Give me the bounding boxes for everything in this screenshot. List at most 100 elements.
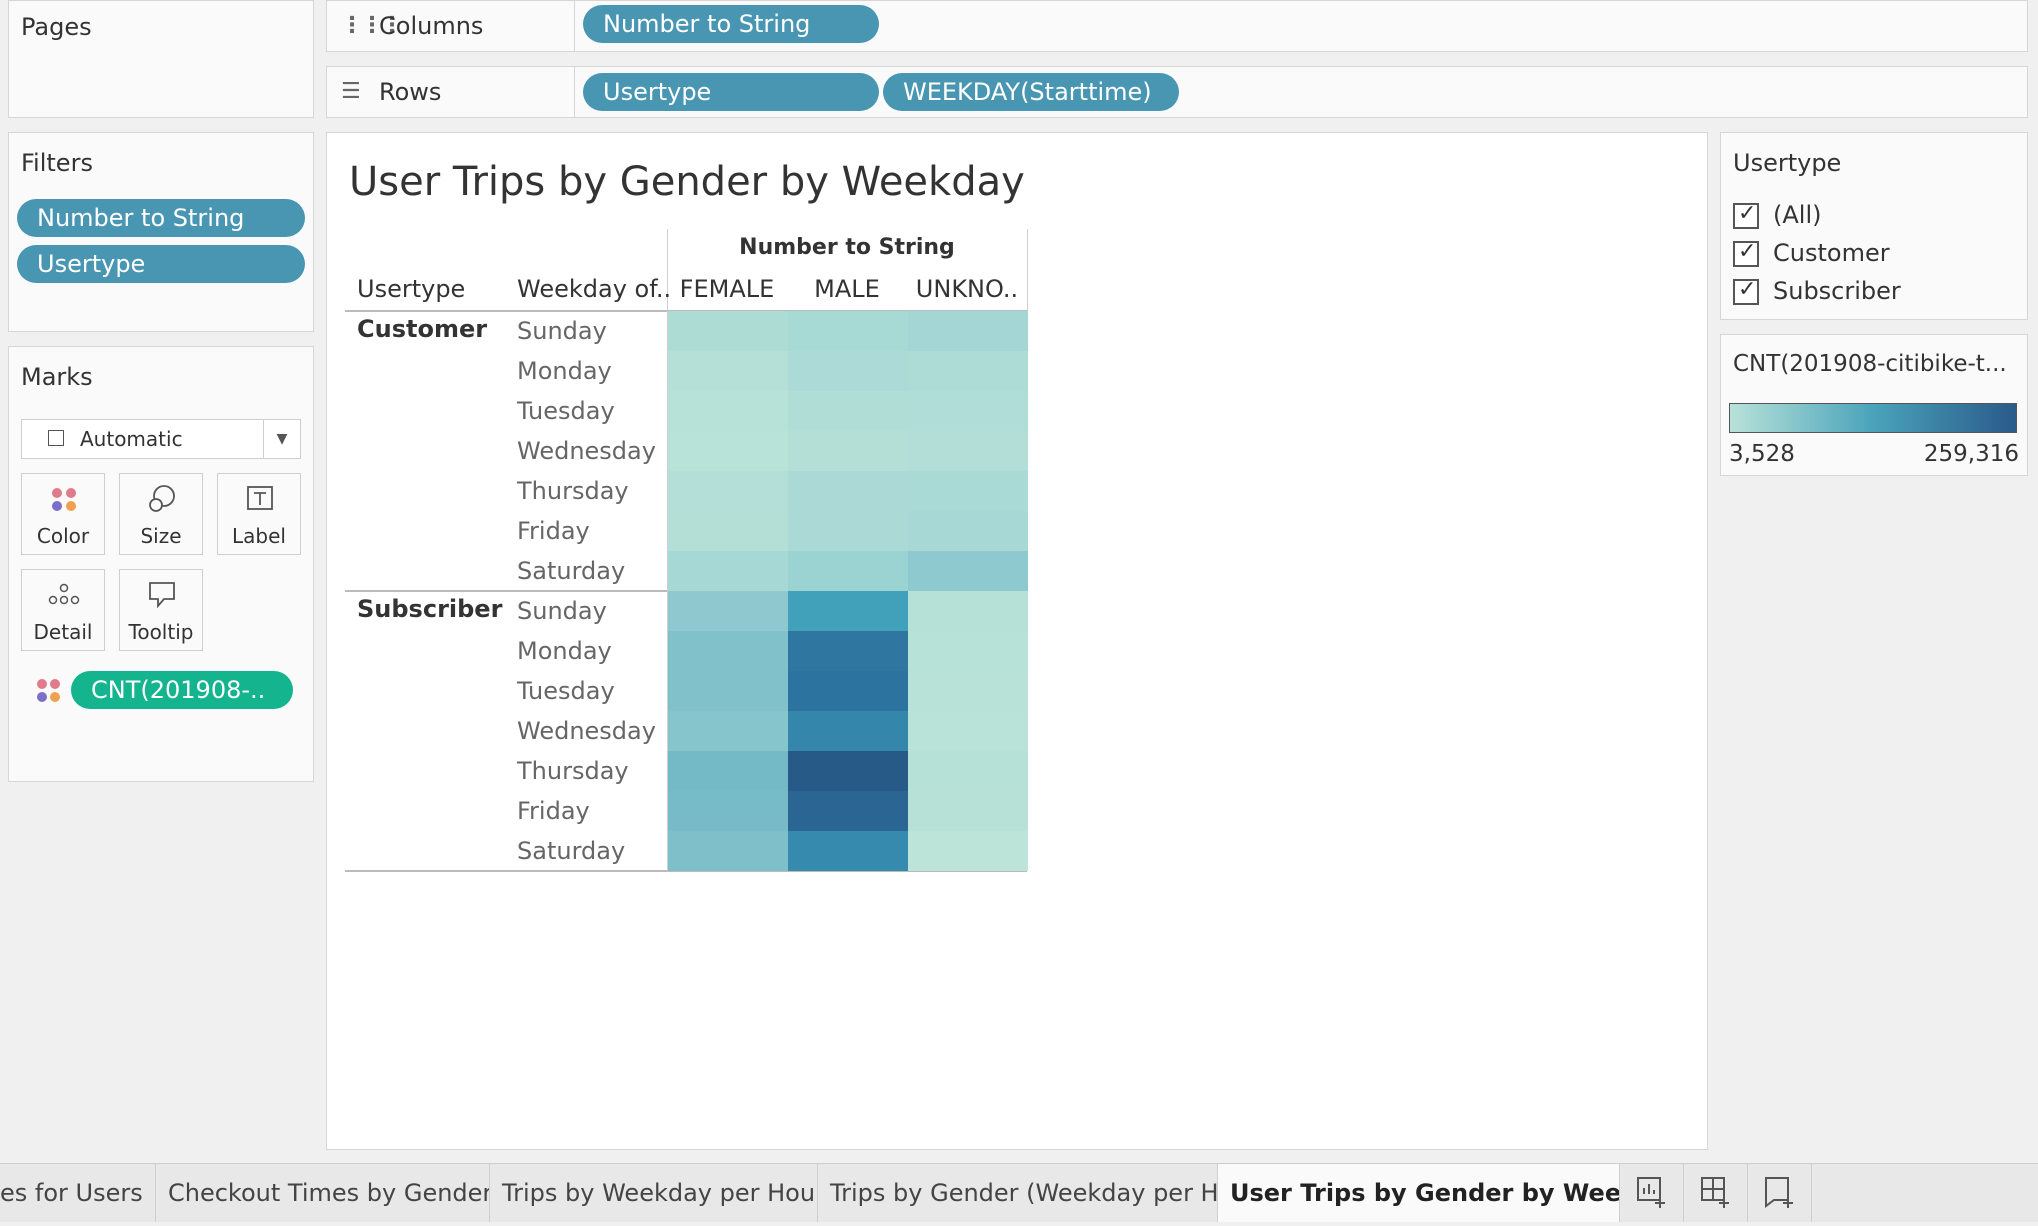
heatmap-cell-subscriber-female[interactable] (668, 791, 788, 831)
heatmap-cell-subscriber-unknown[interactable] (908, 591, 1028, 631)
heatmap-cell-customer-female[interactable] (668, 511, 788, 551)
column-group-header: Number to String (739, 235, 955, 260)
text-label-icon (247, 486, 273, 510)
heatmap-cell-subscriber-unknown[interactable] (908, 751, 1028, 791)
heatmap-cell-subscriber-unknown[interactable] (908, 791, 1028, 831)
checkbox-label-customer: Customer (1773, 239, 1890, 267)
new-dashboard-icon[interactable] (1684, 1164, 1748, 1222)
column-header-male: MALE (814, 275, 880, 303)
heatmap-cell-customer-unknown[interactable] (908, 391, 1028, 431)
heatmap-cell-subscriber-unknown[interactable] (908, 631, 1028, 671)
row-label: Tuesday (517, 397, 615, 425)
label-button[interactable]: Label (217, 473, 301, 555)
heatmap-cell-subscriber-male[interactable] (788, 591, 908, 631)
heatmap-cell-subscriber-male[interactable] (788, 671, 908, 711)
header-vline-right (1027, 229, 1028, 321)
tooltip-button[interactable]: Tooltip (119, 569, 203, 651)
marks-title: Marks (21, 363, 93, 391)
heatmap-cell-subscriber-female[interactable] (668, 711, 788, 751)
usertype-filter-title: Usertype (1733, 149, 1842, 177)
heatmap-cell-subscriber-male[interactable] (788, 831, 908, 871)
heatmap-cell-customer-male[interactable] (788, 551, 908, 591)
heatmap-cell-subscriber-male[interactable] (788, 631, 908, 671)
heatmap-cell-subscriber-male[interactable] (788, 751, 908, 791)
checkbox-subscriber[interactable] (1733, 277, 1759, 305)
heatmap-cell-customer-male[interactable] (788, 431, 908, 471)
checkbox-all[interactable] (1733, 201, 1759, 229)
heatmap-cell-customer-unknown[interactable] (908, 311, 1028, 351)
row-header-usertype: Usertype (357, 275, 466, 303)
heatmap-cell-customer-unknown[interactable] (908, 471, 1028, 511)
heatmap-cell-subscriber-unknown[interactable] (908, 711, 1028, 751)
heatmap-grid (667, 311, 1028, 871)
checkbox-customer[interactable] (1733, 239, 1759, 267)
heatmap-cell-subscriber-female[interactable] (668, 751, 788, 791)
rows-label: Rows (379, 78, 442, 106)
rows-pill-usertype[interactable]: Usertype (583, 73, 879, 111)
heatmap-cell-customer-female[interactable] (668, 431, 788, 471)
heatmap-cell-subscriber-female[interactable] (668, 631, 788, 671)
checkbox-label-subscriber: Subscriber (1773, 277, 1901, 305)
filter-pill-usertype[interactable]: Usertype (17, 245, 305, 283)
filter-pill-number-to-string[interactable]: Number to String (17, 199, 305, 237)
color-field-pill[interactable]: CNT(201908-.. (71, 671, 293, 709)
heatmap-cell-customer-female[interactable] (668, 311, 788, 351)
heatmap-cell-customer-unknown[interactable] (908, 551, 1028, 591)
row-label: Friday (517, 797, 590, 825)
heatmap-cell-customer-female[interactable] (668, 351, 788, 391)
tab-times-for-users[interactable]: es for Users (0, 1164, 156, 1222)
heatmap-cell-customer-unknown[interactable] (908, 431, 1028, 471)
columns-pill-number-to-string[interactable]: Number to String (583, 5, 879, 43)
new-story-icon[interactable] (1748, 1164, 1812, 1222)
heatmap-cell-subscriber-unknown[interactable] (908, 831, 1028, 871)
group-label-customer: Customer (357, 315, 488, 343)
heatmap-cell-subscriber-female[interactable] (668, 831, 788, 871)
heatmap-cell-customer-male[interactable] (788, 511, 908, 551)
heatmap-cell-customer-male[interactable] (788, 351, 908, 391)
row-label: Monday (517, 357, 612, 385)
heatmap-cell-subscriber-female[interactable] (668, 591, 788, 631)
heatmap-cell-customer-unknown[interactable] (908, 511, 1028, 551)
heatmap-cell-customer-male[interactable] (788, 471, 908, 511)
viz-view: User Trips by Gender by Weekday Number t… (326, 132, 1708, 1150)
columns-label: Columns (379, 12, 484, 40)
chevron-down-icon[interactable]: ▼ (263, 420, 300, 458)
heatmap-cell-subscriber-male[interactable] (788, 711, 908, 751)
row-label: Wednesday (517, 437, 656, 465)
heatmap-cell-customer-male[interactable] (788, 391, 908, 431)
heatmap-cell-customer-unknown[interactable] (908, 351, 1028, 391)
heatmap-cell-customer-female[interactable] (668, 551, 788, 591)
color-button[interactable]: Color (21, 473, 105, 555)
rows-shelf-label: ☰ Rows (327, 67, 575, 117)
tab-trips-by-weekday-per-hour[interactable]: Trips by Weekday per Hour (490, 1164, 818, 1222)
detail-button[interactable]: Detail (21, 569, 105, 651)
new-worksheet-icon[interactable] (1620, 1164, 1684, 1222)
color-legend-min: 3,528 (1729, 441, 1795, 467)
heatmap-cell-customer-male[interactable] (788, 311, 908, 351)
tab-user-trips-by-gender-by-weekday[interactable]: User Trips by Gender by Weekd... (1218, 1164, 1620, 1222)
rows-pill-weekday[interactable]: WEEKDAY(Starttime) (883, 73, 1179, 111)
columns-shelf: ⋮⋮⋮ Columns Number to String (326, 0, 2028, 52)
heatmap-cell-subscriber-female[interactable] (668, 671, 788, 711)
row-label: Monday (517, 637, 612, 665)
row-header-weekday: Weekday of.. (517, 275, 672, 303)
checkbox-label-all: (All) (1773, 201, 1822, 229)
mark-type-icon (48, 430, 64, 446)
row-label: Sunday (517, 317, 607, 345)
tab-trips-by-gender-weekday[interactable]: Trips by Gender (Weekday per H... (818, 1164, 1218, 1222)
pages-card: Pages (8, 0, 314, 118)
row-label: Sunday (517, 597, 607, 625)
heatmap-cell-subscriber-unknown[interactable] (908, 671, 1028, 711)
columns-shelf-label: ⋮⋮⋮ Columns (327, 1, 575, 51)
heatmap-cell-subscriber-male[interactable] (788, 791, 908, 831)
size-button[interactable]: Size (119, 473, 203, 555)
color-legend-card: CNT(201908-citibike-t... 3,528 259,316 (1720, 334, 2028, 476)
usertype-filter-card: Usertype (All) Customer Subscriber (1720, 132, 2028, 320)
tab-checkout-times-by-gender[interactable]: Checkout Times by Gender (156, 1164, 490, 1222)
mark-type-value: Automatic (80, 427, 183, 451)
mark-type-dropdown[interactable]: Automatic ▼ (21, 419, 301, 459)
heatmap-cell-customer-female[interactable] (668, 391, 788, 431)
row-label: Saturday (517, 557, 626, 585)
heatmap-cell-customer-female[interactable] (668, 471, 788, 511)
row-label: Tuesday (517, 677, 615, 705)
